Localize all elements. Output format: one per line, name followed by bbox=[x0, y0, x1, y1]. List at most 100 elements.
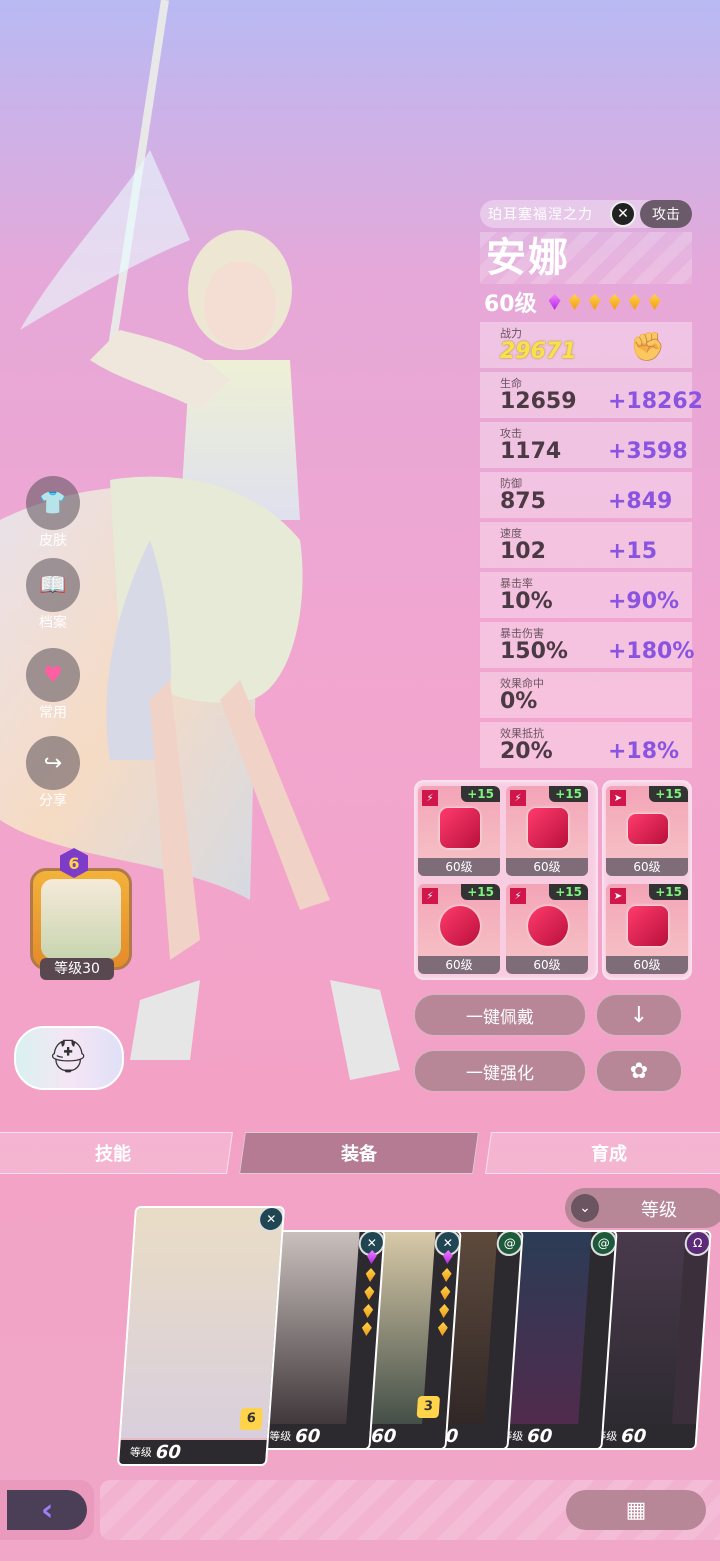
enhance-level: +15 bbox=[549, 884, 588, 900]
level-value: 60 bbox=[526, 1425, 554, 1447]
hero-card-level: 等级60 bbox=[258, 1424, 371, 1448]
gold-star-icon bbox=[588, 294, 601, 310]
share-icon: ↪ bbox=[43, 750, 63, 776]
equip-level: 60级 bbox=[506, 858, 588, 876]
hero-card-selected[interactable]: ✕ 6 等级 60 bbox=[116, 1206, 286, 1466]
level-value: 60 bbox=[370, 1425, 398, 1447]
equip-slot-goggles[interactable]: ➤ +15 60级 bbox=[606, 786, 688, 876]
stat-defense: 防御 875 +849 bbox=[480, 472, 692, 518]
boots-icon bbox=[628, 906, 668, 946]
enhance-level: +15 bbox=[649, 884, 688, 900]
stat-bonus: +3598 bbox=[608, 439, 688, 464]
equip-level: 60级 bbox=[418, 956, 500, 974]
chevron-left-icon: ‹ bbox=[7, 1490, 87, 1530]
stat-crit-damage: 暴击伤害 150% +180% bbox=[480, 622, 695, 668]
download-arrow-icon: ↓ bbox=[629, 1002, 649, 1028]
gold-star-icon bbox=[441, 1268, 452, 1282]
heart-icon: ♥ bbox=[43, 662, 63, 688]
back-button[interactable]: ‹ bbox=[0, 1480, 94, 1540]
dark-element-icon: Ω bbox=[683, 1230, 712, 1256]
skin-button[interactable]: 👕 bbox=[26, 476, 80, 530]
stat-bonus: +849 bbox=[608, 489, 673, 514]
upgrade-all-button[interactable]: 一键强化 bbox=[414, 1050, 586, 1092]
grid-icon: ▦ bbox=[625, 1497, 647, 1523]
equip-slot-weapon[interactable]: ⚡ +15 60级 bbox=[418, 786, 500, 876]
wind-cross-icon[interactable]: ✕ bbox=[610, 201, 636, 227]
equip-level: 60级 bbox=[606, 858, 688, 876]
gold-star-icon bbox=[361, 1322, 372, 1336]
stat-effect-resist: 效果抵抗 20% +18% bbox=[480, 722, 692, 768]
skin-label: 皮肤 bbox=[39, 533, 67, 549]
settings-icon: ✿ bbox=[629, 1058, 649, 1084]
favorite-label: 常用 bbox=[39, 705, 67, 721]
equip-all-button[interactable]: 一键佩戴 bbox=[414, 994, 586, 1036]
level-label: 等级 bbox=[268, 1430, 292, 1443]
tab-skills[interactable]: 技能 bbox=[0, 1132, 233, 1174]
favorite-button[interactable]: ♥ bbox=[26, 648, 80, 702]
sort-button[interactable]: ⌄ 等级 bbox=[565, 1188, 720, 1228]
hero-card-level: 等级60 bbox=[119, 1440, 267, 1464]
hero-level: 60级 bbox=[484, 292, 537, 317]
stat-value: 150% bbox=[500, 639, 568, 664]
stat-crit-rate: 暴击率 10% +90% bbox=[480, 572, 692, 618]
hero-card-art bbox=[120, 1208, 283, 1438]
headphones-icon bbox=[528, 906, 568, 946]
view-toggle[interactable]: ⛑ bbox=[14, 1026, 124, 1090]
tab-label: 装备 bbox=[341, 1144, 377, 1165]
lightning-icon: ⚡ bbox=[510, 790, 526, 806]
stat-speed: 速度 102 +15 bbox=[480, 522, 692, 568]
stat-hp: 生命 12659 +18262 bbox=[480, 372, 703, 418]
stat-value: 1174 bbox=[500, 439, 562, 464]
faction-name: 珀耳塞福涅之力 bbox=[488, 207, 593, 223]
stat-value: 12659 bbox=[500, 389, 577, 414]
stat-value: 10% bbox=[500, 589, 553, 614]
stat-bonus: +180% bbox=[608, 639, 695, 664]
level-label: 等级 bbox=[129, 1446, 153, 1459]
enhance-level: +15 bbox=[549, 786, 588, 802]
power-value: 29671 bbox=[500, 339, 577, 364]
ring-icon bbox=[440, 906, 480, 946]
portrait-level: 等级30 bbox=[40, 958, 114, 980]
tab-equipment[interactable]: 装备 bbox=[239, 1132, 479, 1174]
gold-star-icon bbox=[363, 1304, 374, 1318]
hood-icon: ⛑ bbox=[47, 1037, 89, 1075]
archive-label: 档案 bbox=[39, 615, 67, 631]
archive-button[interactable]: 📖 bbox=[26, 558, 80, 612]
stat-bonus: +15 bbox=[608, 539, 658, 564]
star-column bbox=[434, 1250, 456, 1336]
share-label: 分享 bbox=[39, 793, 67, 809]
grid-view-button[interactable]: ▦ bbox=[566, 1490, 706, 1530]
share-button[interactable]: ↪ bbox=[26, 736, 80, 790]
stat-attack: 攻击 1174 +3598 bbox=[480, 422, 692, 468]
stat-bonus: +90% bbox=[608, 589, 680, 614]
unequip-button[interactable]: ↓ bbox=[596, 994, 682, 1036]
purple-star-icon bbox=[548, 294, 561, 310]
arrow-icon: ➤ bbox=[610, 790, 626, 806]
swirl-element-icon: @ bbox=[589, 1230, 618, 1256]
equip-slot-headphones[interactable]: ⚡ +15 60级 bbox=[506, 884, 588, 974]
equip-slot-ring[interactable]: ⚡ +15 60级 bbox=[418, 884, 500, 974]
stat-value: 875 bbox=[500, 489, 546, 514]
lightning-icon: ⚡ bbox=[422, 888, 438, 904]
equipment-panel-side: ➤ +15 60级 ➤ +15 60级 bbox=[602, 780, 692, 980]
gold-star-icon bbox=[608, 294, 621, 310]
equip-level: 60级 bbox=[506, 956, 588, 974]
settings-button[interactable]: ✿ bbox=[596, 1050, 682, 1092]
equip-slot-armor[interactable]: ⚡ +15 60级 bbox=[506, 786, 588, 876]
tab-label: 育成 bbox=[591, 1144, 627, 1165]
equip-slot-boots[interactable]: ➤ +15 60级 bbox=[606, 884, 688, 974]
tab-growth[interactable]: 育成 bbox=[485, 1132, 720, 1174]
sort-label: 等级 bbox=[641, 1200, 677, 1221]
level-value: 60 bbox=[155, 1441, 182, 1463]
stat-value: 102 bbox=[500, 539, 546, 564]
stat-bonus: +18% bbox=[608, 739, 680, 764]
gold-star-icon bbox=[568, 294, 581, 310]
lightning-icon: ⚡ bbox=[422, 790, 438, 806]
enhance-level: +15 bbox=[461, 884, 500, 900]
enhance-level: +15 bbox=[461, 786, 500, 802]
hero-level-row: 60级 bbox=[484, 288, 661, 317]
faction-bar: 珀耳塞福涅之力 ✕ 攻击 bbox=[480, 200, 692, 228]
hero-portrait[interactable] bbox=[30, 868, 132, 970]
armor-icon bbox=[528, 808, 568, 848]
gold-star-icon bbox=[440, 1286, 451, 1300]
